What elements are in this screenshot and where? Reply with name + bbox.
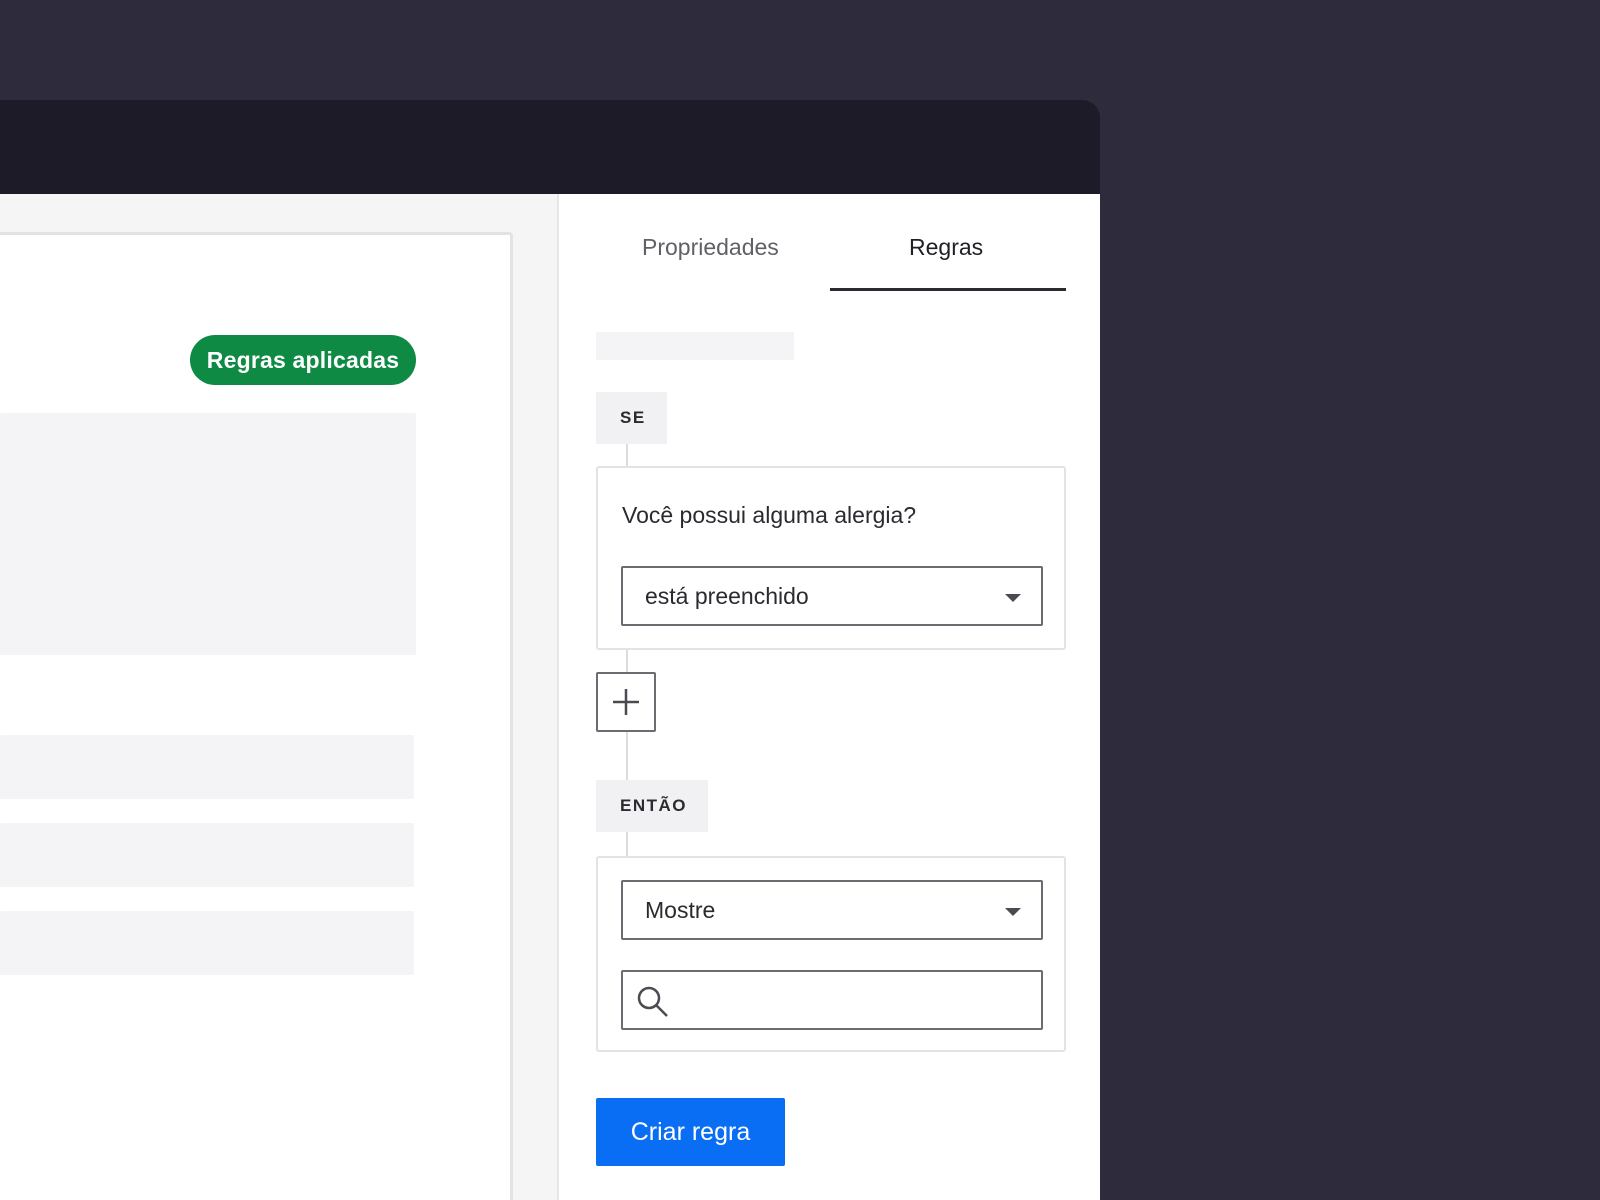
app-window: Regras aplicadas Propriedades Regras SE … (0, 100, 1100, 1200)
flow-connector (626, 650, 628, 672)
form-canvas: Regras aplicadas (0, 194, 557, 1200)
then-label: ENTÃO (596, 780, 708, 832)
rules-panel: Propriedades Regras SE Você possui algum… (557, 194, 1100, 1200)
plus-icon (613, 689, 639, 715)
add-condition-button[interactable] (596, 672, 656, 732)
top-bar (0, 100, 1100, 194)
create-rule-button[interactable]: Criar regra (596, 1098, 785, 1166)
form-field-placeholder (0, 823, 414, 887)
condition-operator-select[interactable]: está preenchido (621, 566, 1043, 626)
tab-properties[interactable]: Propriedades (642, 234, 779, 261)
action-select[interactable]: Mostre (621, 880, 1043, 940)
tab-rules[interactable]: Regras (909, 234, 983, 261)
form-preview-card: Regras aplicadas (0, 232, 513, 1200)
search-icon (637, 986, 668, 1017)
form-field-placeholder (0, 911, 414, 975)
flow-connector (626, 444, 628, 466)
rules-applied-badge: Regras aplicadas (190, 335, 416, 385)
action-select-value: Mostre (645, 896, 716, 923)
if-label: SE (596, 392, 667, 444)
condition-question: Você possui alguma alergia? (622, 502, 917, 528)
target-field-search[interactable] (621, 970, 1043, 1030)
chevron-down-icon (1005, 594, 1021, 602)
condition-box: Você possui alguma alergia? está preench… (596, 466, 1066, 650)
chevron-down-icon (1005, 908, 1021, 916)
form-field-placeholder (0, 413, 416, 655)
condition-operator-value: está preenchido (645, 582, 809, 609)
flow-connector (626, 732, 628, 780)
action-box: Mostre (596, 856, 1066, 1052)
form-field-placeholder (0, 735, 414, 799)
loading-placeholder (596, 332, 794, 360)
active-tab-indicator (830, 288, 1066, 291)
flow-connector (626, 832, 628, 856)
